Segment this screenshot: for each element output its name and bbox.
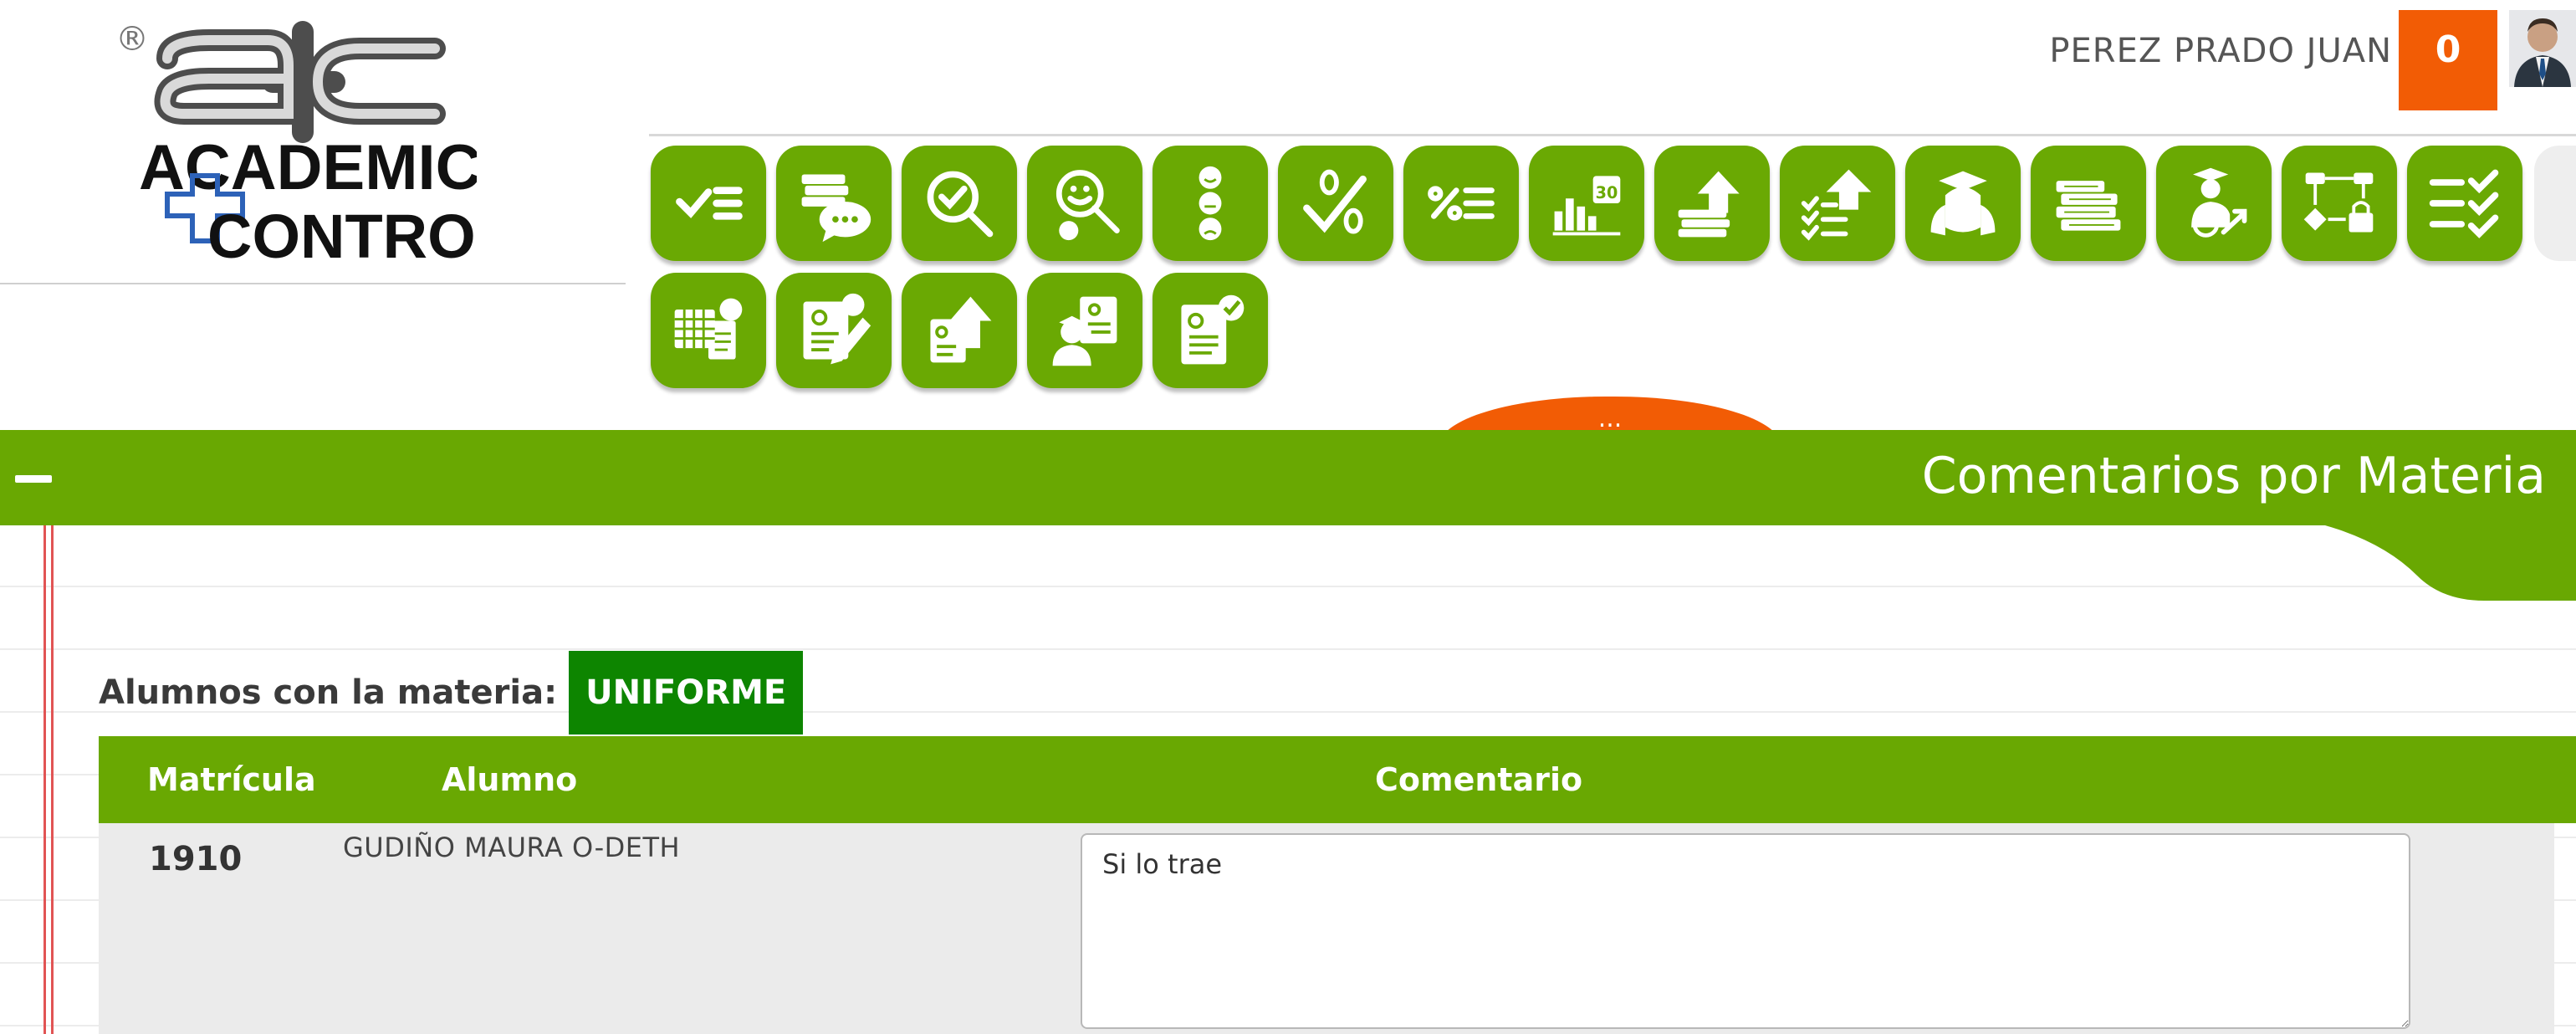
svg-text:30: 30 bbox=[1596, 183, 1618, 202]
toolbar-btn-percent-list[interactable] bbox=[1403, 146, 1519, 261]
toolbar-divider bbox=[649, 134, 2576, 136]
toolbar-btn-calendar-chart[interactable]: 30 bbox=[1529, 146, 1644, 261]
student-cap-icon bbox=[1930, 171, 1996, 236]
logo-line2: CONTROL bbox=[207, 202, 477, 271]
check-zero-icon bbox=[1303, 169, 1367, 234]
page-title: Comentarios por Materia bbox=[1921, 447, 2546, 505]
graduate-clock-icon bbox=[2191, 167, 2247, 238]
toolbar-btn-books-stack[interactable] bbox=[2031, 146, 2146, 261]
subject-badge: UNIFORME bbox=[569, 651, 804, 735]
toolbar-btn-search-check[interactable] bbox=[902, 146, 1017, 261]
percent-list-icon bbox=[1428, 186, 1495, 221]
header-curve-decoration bbox=[2325, 525, 2576, 601]
toolbar-btn-checklist[interactable] bbox=[651, 146, 766, 261]
flow-lock-icon bbox=[2303, 172, 2374, 233]
courses-comments-icon bbox=[801, 174, 871, 243]
toolbar-btn-list-upload[interactable] bbox=[1780, 146, 1895, 261]
toolbar-btn-student-cap[interactable] bbox=[1905, 146, 2021, 261]
column-header-matricula: Matrícula bbox=[147, 761, 316, 798]
toolbar-btn-triple-check[interactable] bbox=[2407, 146, 2522, 261]
logo-divider bbox=[0, 283, 626, 284]
calendar-chart-icon: 30 bbox=[1552, 176, 1621, 236]
toolbar-btn-calendar-grid[interactable] bbox=[651, 273, 766, 388]
list-upload-icon bbox=[1801, 169, 1872, 241]
toolbar-btn-check-zero[interactable] bbox=[1278, 146, 1393, 261]
document-upload-icon bbox=[930, 296, 992, 363]
user-avatar-icon bbox=[2509, 10, 2576, 87]
column-header-alumno: Alumno bbox=[442, 761, 578, 798]
document-edit-icon bbox=[803, 293, 871, 365]
document-approve-icon bbox=[1181, 294, 1245, 365]
student-document-icon bbox=[1052, 296, 1117, 366]
avatar[interactable] bbox=[2509, 10, 2576, 87]
toolbar-btn-graduate-clock[interactable] bbox=[2156, 146, 2272, 261]
subject-label: Alumnos con la materia: bbox=[99, 673, 558, 712]
user-name[interactable]: PEREZ PRADO JUAN bbox=[2049, 32, 2392, 70]
toolbar-btn-document-upload[interactable] bbox=[902, 273, 1017, 388]
upload-books-icon bbox=[1678, 171, 1740, 238]
subject-row: Alumnos con la materia: UNIFORME bbox=[99, 651, 804, 735]
triple-check-icon bbox=[2429, 169, 2499, 238]
notification-badge[interactable]: 0 bbox=[2399, 10, 2497, 110]
column-header-comentario: Comentario bbox=[1375, 761, 1583, 798]
notebook-margin-line bbox=[43, 525, 54, 1034]
faces-icon bbox=[1199, 166, 1222, 241]
collapse-icon[interactable] bbox=[15, 475, 52, 483]
toolbar-btn-flow-lock[interactable] bbox=[2282, 146, 2397, 261]
toolbar-btn-faces[interactable] bbox=[1153, 146, 1268, 261]
ellipsis-label: ... bbox=[1597, 404, 1623, 433]
toolbar-btn-upload-books[interactable] bbox=[1654, 146, 1770, 261]
search-check-icon bbox=[927, 171, 994, 238]
toolbar-btn-search-face[interactable] bbox=[1027, 146, 1142, 261]
registered-mark: ® bbox=[115, 20, 149, 59]
toolbar-btn-student-document[interactable] bbox=[1027, 273, 1142, 388]
academic-control-logo[interactable]: ® ACADEMIC CONTROL bbox=[109, 15, 514, 274]
table-row: 1910 GUDIÑO MAURA O-DETH Si lo trae bbox=[99, 823, 2554, 1034]
panel-header: Comentarios por Materia bbox=[0, 430, 2576, 525]
toolbar-btn-overflow[interactable] bbox=[2534, 146, 2576, 261]
cell-matricula: 1910 bbox=[149, 840, 243, 878]
comment-textarea[interactable]: Si lo trae bbox=[1081, 833, 2410, 1029]
table-header: Matrícula Alumno Comentario bbox=[99, 736, 2576, 823]
cell-alumno: GUDIÑO MAURA O-DETH bbox=[343, 832, 681, 863]
toolbar-btn-document-approve[interactable] bbox=[1153, 273, 1268, 388]
toolbar-btn-courses-comments[interactable] bbox=[776, 146, 892, 261]
calendar-grid-icon bbox=[674, 298, 743, 360]
books-stack-icon bbox=[2056, 181, 2121, 231]
toolbar-btn-document-edit[interactable] bbox=[776, 273, 892, 388]
search-face-icon bbox=[1055, 170, 1120, 241]
checklist-icon bbox=[676, 187, 743, 220]
